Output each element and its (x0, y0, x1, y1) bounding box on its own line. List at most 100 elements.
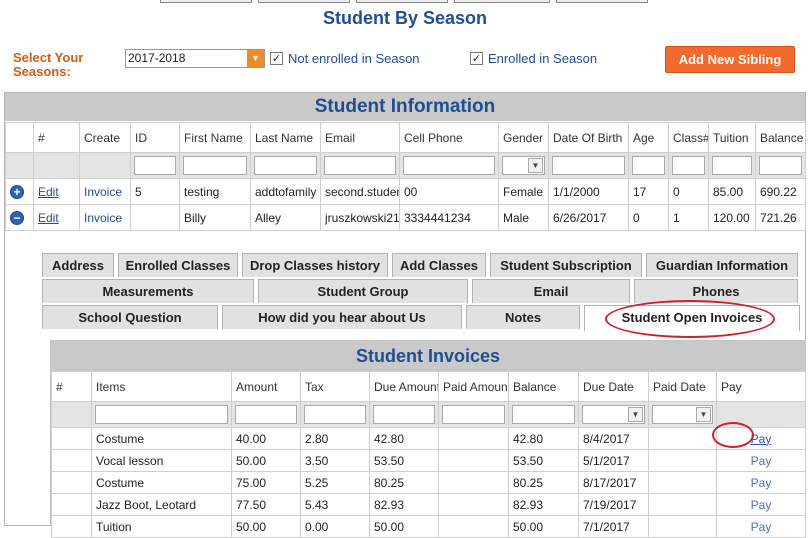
balance-filter-input[interactable] (759, 156, 802, 175)
invoice-link[interactable]: Invoice (84, 185, 122, 199)
top-toolbar-button[interactable] (160, 0, 252, 3)
email-filter-input[interactable] (324, 156, 396, 175)
tax-filter-input[interactable] (304, 405, 366, 424)
age-filter-input[interactable] (632, 156, 665, 175)
tab-school-question[interactable]: School Question (42, 305, 218, 329)
last-name-filter-input[interactable] (254, 156, 317, 175)
class-filter-input[interactable] (672, 156, 705, 175)
col-header[interactable]: Tax (300, 371, 370, 402)
col-header[interactable]: Balance (508, 371, 579, 402)
col-header[interactable]: Amount (231, 371, 301, 402)
paid-amount-filter-input[interactable] (442, 405, 505, 424)
first-name-filter-input[interactable] (183, 156, 247, 175)
due-amount-filter-input[interactable] (373, 405, 435, 424)
col-header[interactable]: First Name (179, 122, 251, 153)
pay-link[interactable]: Pay (751, 454, 772, 468)
cell-balance: 50.00 (508, 515, 579, 538)
col-header[interactable]: Date Of Birth (548, 122, 629, 153)
col-header[interactable]: Gender (498, 122, 549, 153)
pay-link[interactable]: Pay (751, 476, 772, 490)
table-row[interactable]: Costume 40.00 2.80 42.80 42.80 8/4/2017 … (51, 427, 806, 450)
cell-balance: 690.22 (755, 178, 806, 205)
chevron-down-icon[interactable]: ▼ (528, 158, 543, 173)
col-header[interactable]: Age (628, 122, 669, 153)
gender-filter-select[interactable]: ▼ (502, 156, 545, 175)
edit-link[interactable]: Edit (38, 211, 59, 225)
cell-due-date: 5/1/2017 (578, 449, 649, 472)
col-header[interactable]: Class# (668, 122, 709, 153)
season-select-label: Select Your Seasons: (13, 50, 84, 79)
chevron-down-icon[interactable]: ▼ (247, 50, 264, 67)
col-header[interactable]: Items (91, 371, 232, 402)
tab-email[interactable]: Email (472, 279, 630, 303)
tuition-filter-input[interactable] (712, 156, 752, 175)
cell-tax: 5.25 (300, 471, 370, 494)
invoice-link[interactable]: Invoice (84, 211, 122, 225)
tab-how-did-you-hear[interactable]: How did you hear about Us (222, 305, 462, 329)
items-filter-input[interactable] (95, 405, 228, 424)
tab-student-group[interactable]: Student Group (258, 279, 468, 303)
id-filter-input[interactable] (134, 156, 176, 175)
tab-measurements[interactable]: Measurements (42, 279, 254, 303)
top-toolbar-button[interactable] (454, 0, 550, 3)
tab-enrolled-classes[interactable]: Enrolled Classes (118, 253, 238, 277)
chevron-down-icon[interactable]: ▼ (696, 407, 711, 422)
not-enrolled-checkbox[interactable]: ✓ (270, 52, 283, 65)
cell-item: Costume (91, 471, 232, 494)
col-header[interactable]: Tuition (708, 122, 756, 153)
top-toolbar-button[interactable] (556, 0, 648, 3)
col-header[interactable]: Pay (716, 371, 806, 402)
pay-link[interactable]: Pay (751, 520, 772, 534)
top-toolbar-button[interactable] (258, 0, 350, 3)
cell-first-name: Billy (179, 204, 251, 231)
col-header[interactable]: Create (79, 122, 131, 153)
season-dropdown[interactable]: 2017-2018 ▼ (125, 49, 265, 68)
table-row[interactable]: Tuition 50.00 0.00 50.00 50.00 7/1/2017 … (51, 515, 806, 538)
col-header[interactable]: Last Name (250, 122, 321, 153)
tab-student-subscription[interactable]: Student Subscription (490, 253, 642, 277)
cell-amount: 77.50 (231, 493, 301, 516)
amount-filter-input[interactable] (235, 405, 297, 424)
collapse-minus-icon[interactable]: − (10, 210, 24, 225)
cell-tax: 2.80 (300, 427, 370, 450)
col-header[interactable]: Due Date (578, 371, 649, 402)
col-header[interactable]: Email (320, 122, 400, 153)
tab-phones[interactable]: Phones (634, 279, 798, 303)
tab-drop-classes-history[interactable]: Drop Classes history (242, 253, 388, 277)
table-row[interactable]: Vocal lesson 50.00 3.50 53.50 53.50 5/1/… (51, 449, 806, 472)
col-header[interactable]: Paid Amount (438, 371, 509, 402)
table-row[interactable]: + Edit Invoice 5 testing addtofamily sec… (5, 178, 806, 205)
dob-filter-input[interactable] (552, 156, 625, 175)
pay-link[interactable]: Pay (751, 498, 772, 512)
balance-filter-input[interactable] (512, 405, 575, 424)
add-new-sibling-button[interactable]: Add New Sibling (665, 46, 795, 73)
cell-email: jruszkowski21 (320, 204, 400, 231)
paid-date-filter-select[interactable]: ▼ (652, 405, 713, 424)
tab-guardian-information[interactable]: Guardian Information (646, 253, 798, 277)
expand-plus-icon[interactable]: + (10, 184, 24, 199)
cell-due-date: 8/17/2017 (578, 471, 649, 494)
col-header[interactable]: Paid Date (648, 371, 717, 402)
top-toolbar-button[interactable] (356, 0, 448, 3)
enrolled-checkbox[interactable]: ✓ (470, 52, 483, 65)
col-header[interactable]: ID (130, 122, 180, 153)
col-header[interactable]: Balance (755, 122, 806, 153)
table-row[interactable]: − Edit Invoice Billy Alley jruszkowski21… (5, 204, 806, 231)
cell-tax: 3.50 (300, 449, 370, 472)
tab-notes[interactable]: Notes (466, 305, 580, 329)
tab-add-classes[interactable]: Add Classes (392, 253, 486, 277)
phone-filter-input[interactable] (403, 156, 495, 175)
col-header[interactable]: Cell Phone (399, 122, 499, 153)
annotation-circle-pay (712, 422, 754, 448)
due-date-filter-select[interactable]: ▼ (582, 405, 645, 424)
col-header[interactable]: # (33, 122, 80, 153)
tab-address[interactable]: Address (42, 253, 114, 277)
table-row[interactable]: Costume 75.00 5.25 80.25 80.25 8/17/2017… (51, 471, 806, 494)
edit-link[interactable]: Edit (38, 185, 59, 199)
table-row[interactable]: Jazz Boot, Leotard 77.50 5.43 82.93 82.9… (51, 493, 806, 516)
col-header[interactable]: # (51, 371, 92, 402)
cell-gender: Male (498, 204, 549, 231)
col-header[interactable]: Due Amount (369, 371, 439, 402)
season-dropdown-value: 2017-2018 (128, 51, 186, 65)
chevron-down-icon[interactable]: ▼ (628, 407, 643, 422)
